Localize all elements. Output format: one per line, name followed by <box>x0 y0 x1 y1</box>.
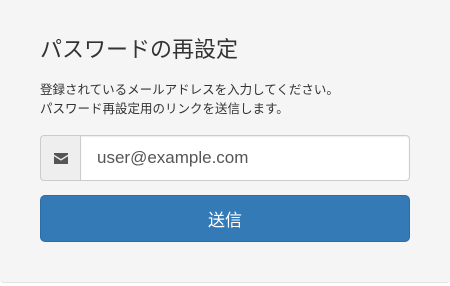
instructions-line-2: パスワード再設定用のリンクを送信します。 <box>40 101 289 116</box>
instructions-line-1: 登録されているメールアドレスを入力してください。 <box>40 82 339 97</box>
email-input-group <box>40 135 410 181</box>
password-reset-panel: パスワードの再設定 登録されているメールアドレスを入力してください。 パスワード… <box>0 0 450 283</box>
instructions: 登録されているメールアドレスを入力してください。 パスワード再設定用のリンクを送… <box>40 80 420 118</box>
email-addon <box>40 135 80 181</box>
send-button[interactable]: 送信 <box>40 195 410 242</box>
email-field[interactable] <box>80 135 410 181</box>
envelope-icon <box>53 152 68 164</box>
page-title: パスワードの再設定 <box>40 38 239 63</box>
